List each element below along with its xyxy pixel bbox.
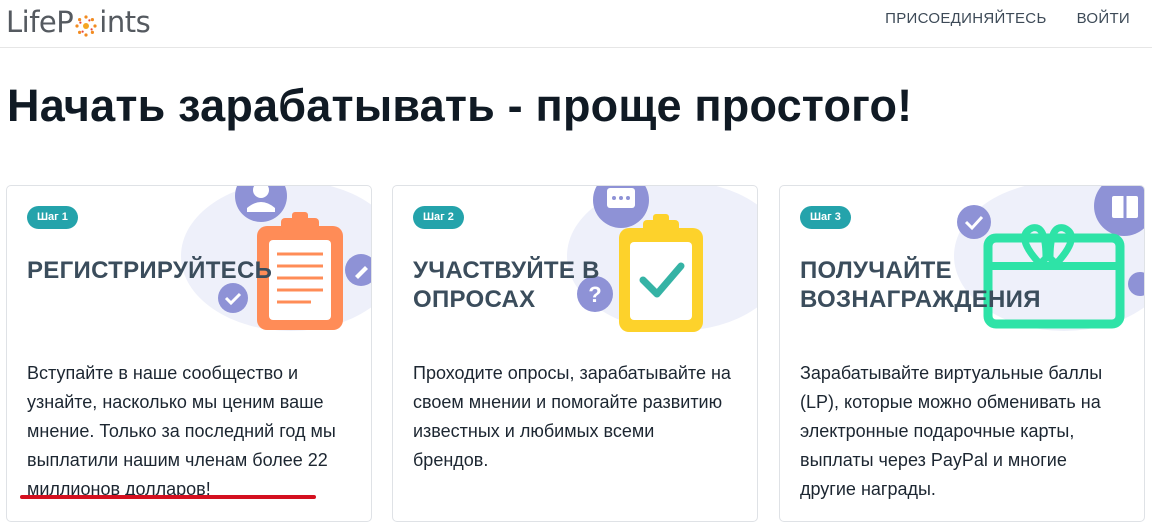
- sun-icon: [74, 11, 98, 37]
- logo-text-left: LifeP: [6, 5, 74, 39]
- step-card-surveys: Шаг 2 ? УЧАСТВУЙТЕ В ОПРОСАХ Проходите о…: [392, 185, 758, 522]
- site-header: LifeP ints ПРИСОЕДИНЯЙТЕСЬ ВОЙТИ: [0, 0, 1152, 48]
- step-description: Проходите опросы, зарабатывайте на своем…: [413, 363, 731, 470]
- top-nav: ПРИСОЕДИНЯЙТЕСЬ ВОЙТИ: [885, 10, 1130, 27]
- page-title: Начать зарабатывать - проще простого!: [7, 80, 913, 131]
- logo-text-right: ints: [99, 5, 151, 39]
- highlight-underline: [20, 495, 316, 499]
- step-badge: Шаг 1: [27, 206, 78, 229]
- step-badge: Шаг 2: [413, 206, 464, 229]
- step-card-register: Шаг 1 РЕГИСТРИРУЙТЕСЬ Вступайте в наше с…: [6, 185, 372, 522]
- lifepoints-logo[interactable]: LifeP ints: [6, 2, 151, 42]
- login-link[interactable]: ВОЙТИ: [1077, 10, 1130, 27]
- step-description: Вступайте в наше сообщество и узнайте, н…: [27, 359, 347, 504]
- step-card-rewards: Шаг 3 ПОЛУЧАЙТЕ ВОЗНАГРАЖДЕНИЯ Зарабатыв…: [779, 185, 1145, 522]
- join-link[interactable]: ПРИСОЕДИНЯЙТЕСЬ: [885, 10, 1046, 27]
- step-title: РЕГИСТРИРУЙТЕСЬ: [27, 257, 273, 284]
- step-badge: Шаг 3: [800, 206, 851, 229]
- step-description: Зарабатывайте виртуальные баллы (LP), ко…: [800, 363, 1103, 499]
- step-title: ПОЛУЧАЙТЕ ВОЗНАГРАЖДЕНИЯ: [800, 257, 1041, 313]
- step-title: УЧАСТВУЙТЕ В ОПРОСАХ: [413, 257, 600, 313]
